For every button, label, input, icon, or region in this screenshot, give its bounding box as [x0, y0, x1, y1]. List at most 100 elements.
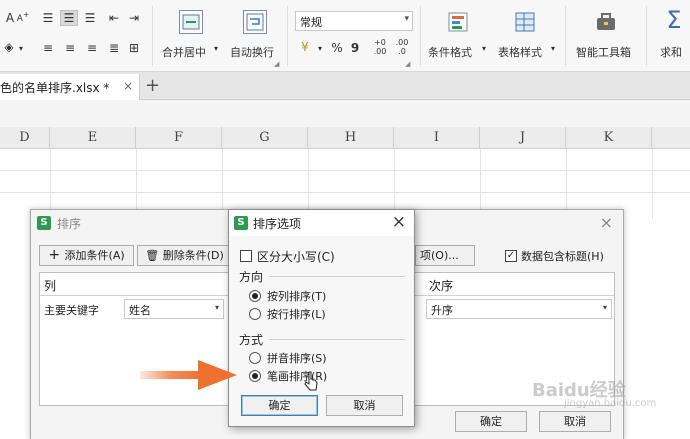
order-value: 升序 [431, 304, 453, 317]
decrease-decimal-icon[interactable]: .00.0 [394, 38, 410, 56]
chevron-down-icon: ▾ [404, 14, 409, 24]
divider [269, 339, 405, 340]
align-right-icon[interactable]: ≡ [84, 41, 100, 55]
divider [269, 276, 405, 277]
column-header-blank [652, 127, 690, 149]
column-header[interactable]: F [136, 127, 222, 149]
indent-decrease-icon[interactable]: ⇤ [106, 11, 122, 25]
currency-icon[interactable]: ¥ [297, 40, 313, 54]
has-header-checkbox[interactable]: ✓ [505, 250, 517, 262]
primary-key-label: 主要关键字 [44, 304, 99, 317]
align-bottom-icon[interactable]: ☰ [82, 11, 98, 25]
font-color-icon[interactable]: A [4, 11, 16, 25]
fill-color-icon[interactable]: ◈ [2, 40, 16, 54]
comma-button[interactable]: 9 [350, 41, 360, 55]
add-condition-button[interactable]: + 添加条件(A) [39, 245, 134, 266]
table-style-icon[interactable] [513, 10, 537, 34]
grid-line [0, 170, 690, 171]
add-condition-label: 添加条件(A) [64, 249, 125, 262]
sort-options-dialog: S 排序选项 × 区分大小写(C) 方向 按列排序(T) 按行排序(L) 方式 … [228, 209, 415, 427]
options-label: 项(O)... [420, 249, 459, 262]
table-style-button[interactable]: 表格样式 [498, 44, 542, 60]
align-left-icon[interactable]: ≡ [40, 41, 56, 55]
ribbon-separator [565, 6, 566, 66]
plus-icon: + [48, 247, 65, 263]
chevron-down-icon: ▾ [214, 303, 219, 312]
delete-condition-button[interactable]: 🗑 删除条件(D) [137, 245, 232, 266]
delete-condition-label: 删除条件(D) [162, 249, 224, 262]
ribbon-separator [287, 6, 288, 66]
options-dialog-titlebar: S 排序选项 × [229, 210, 414, 236]
merge-center-icon[interactable] [179, 10, 203, 34]
sum-icon[interactable]: Σ [662, 6, 686, 34]
ribbon-separator [646, 6, 647, 66]
auto-wrap-icon[interactable] [243, 10, 267, 34]
wps-logo-icon: S [37, 216, 51, 230]
column-header[interactable]: K [566, 127, 652, 149]
table-style-dropdown-icon[interactable]: ▾ [551, 44, 555, 53]
stroke-radio[interactable] [249, 370, 261, 382]
column-header[interactable]: H [308, 127, 394, 149]
options-cancel-button[interactable]: 取消 [326, 395, 403, 416]
sort-ok-button[interactable]: 确定 [455, 411, 527, 432]
conditional-format-icon[interactable] [446, 10, 470, 34]
close-icon[interactable]: × [600, 213, 613, 232]
by-column-radio[interactable] [249, 290, 261, 302]
font-size-up-icon[interactable]: A+ [16, 8, 30, 26]
currency-dropdown-icon[interactable]: ▾ [316, 42, 324, 56]
ribbon-toolbar: A A+ ◈ ▾ ☰ ☰ ☰ ⇤ ⇥ ≡ ≡ ≡ ≣ ⊞ 合并居中 ▾ 自动换行… [0, 0, 690, 72]
indent-increase-icon[interactable]: ⇥ [126, 11, 142, 25]
number-format-select[interactable]: 常规 ▾ [295, 11, 413, 31]
column-header[interactable]: D [0, 127, 50, 149]
grid-line [652, 149, 653, 219]
distributed-icon[interactable]: ⊞ [126, 41, 142, 55]
conditional-format-button[interactable]: 条件格式 [428, 44, 472, 60]
orange-arrow-icon [140, 360, 237, 390]
merge-center-dropdown-icon[interactable]: ▾ [214, 44, 218, 53]
chevron-down-icon: ▾ [602, 303, 607, 312]
close-icon[interactable]: × [392, 212, 406, 232]
new-tab-button[interactable]: + [145, 75, 160, 96]
wps-logo-icon: S [234, 216, 248, 230]
case-sensitive-checkbox[interactable] [240, 250, 252, 262]
trash-icon: 🗑 [145, 249, 163, 262]
grid-line [0, 192, 690, 193]
sort-cancel-button[interactable]: 取消 [539, 411, 611, 432]
align-middle-icon[interactable]: ☰ [60, 10, 78, 26]
order-select[interactable]: 升序 ▾ [426, 299, 612, 319]
method-group-label: 方式 [239, 333, 264, 347]
cond-format-dropdown-icon[interactable]: ▾ [482, 44, 486, 53]
percent-button[interactable]: % [330, 41, 344, 55]
column-header[interactable]: E [50, 127, 136, 149]
align-top-icon[interactable]: ☰ [40, 11, 56, 25]
options-ok-button[interactable]: 确定 [241, 395, 318, 416]
options-button[interactable]: 项(O)... [415, 245, 475, 266]
by-row-radio[interactable] [249, 308, 261, 320]
number-settings-icon[interactable]: ◢ [405, 60, 410, 68]
column-header[interactable]: I [394, 127, 480, 149]
smart-toolbox-button[interactable]: 智能工具箱 [576, 44, 631, 60]
align-center-icon[interactable]: ≡ [62, 41, 78, 55]
number-format-value: 常规 [300, 16, 322, 29]
column-header[interactable]: G [222, 127, 308, 149]
close-tab-button[interactable]: × [123, 79, 133, 93]
increase-decimal-icon[interactable]: +0.00 [372, 38, 388, 56]
alignment-settings-icon[interactable]: ◢ [274, 60, 279, 68]
justify-icon[interactable]: ≣ [106, 41, 122, 55]
document-tab-bar: 色的名单排序.xlsx * × [0, 72, 690, 100]
watermark-url: jingyan.baidu.com [564, 398, 657, 409]
formula-bar-area [0, 100, 690, 127]
mouse-pointer-icon [304, 371, 318, 391]
primary-key-select[interactable]: 姓名 ▾ [124, 299, 224, 319]
pinyin-radio[interactable] [249, 352, 261, 364]
column-header[interactable]: J [480, 127, 566, 149]
ribbon-separator [152, 6, 153, 66]
auto-wrap-button[interactable]: 自动换行 [230, 44, 274, 60]
fill-color-dropdown-icon[interactable]: ▾ [17, 42, 25, 56]
merge-center-button[interactable]: 合并居中 [162, 44, 206, 60]
tab-workbook[interactable]: 色的名单排序.xlsx * × [0, 74, 140, 100]
toolbox-icon[interactable] [594, 10, 618, 34]
by-column-label: 按列排序(T) [267, 290, 327, 303]
ribbon-separator [420, 6, 421, 66]
sum-button[interactable]: 求和 [660, 44, 682, 60]
